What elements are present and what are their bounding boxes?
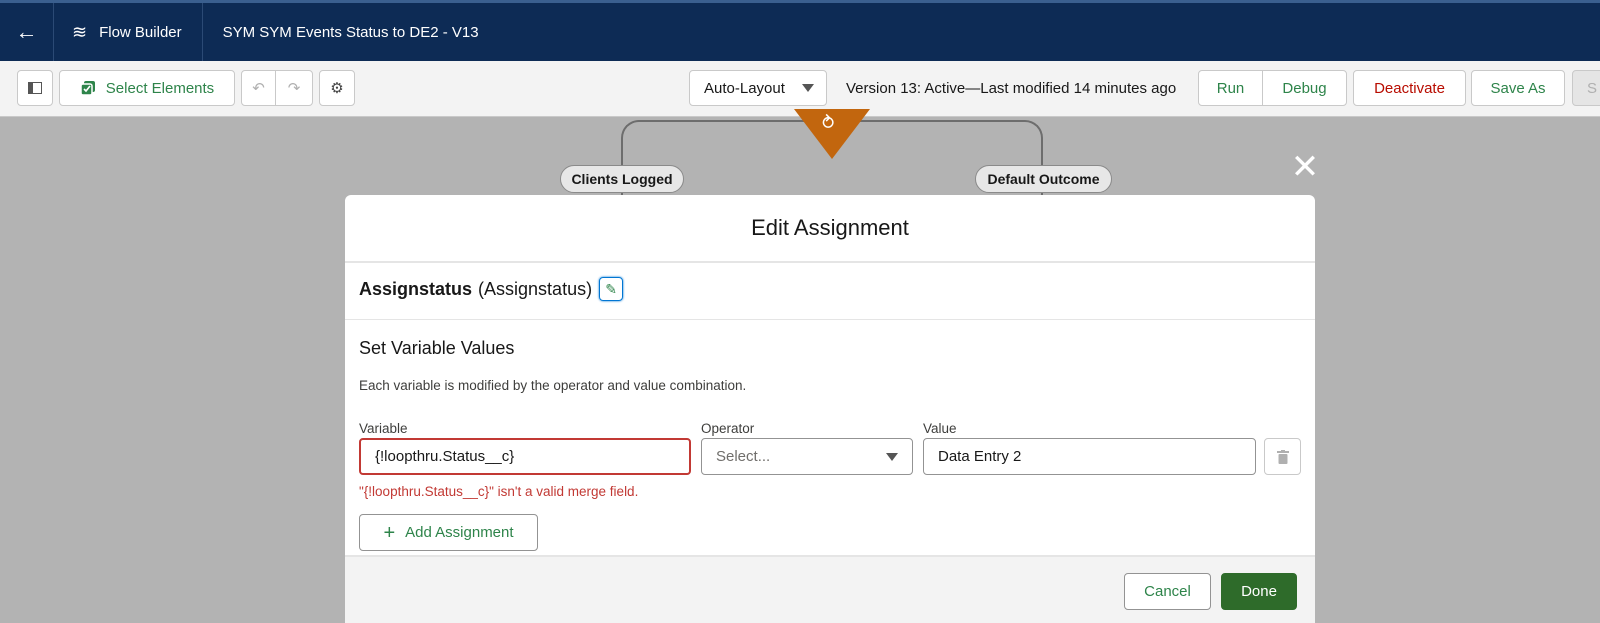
- select-elements-label: Select Elements: [105, 79, 215, 97]
- debug-label: Debug: [1282, 79, 1327, 97]
- operator-select[interactable]: Select...: [701, 438, 913, 475]
- save-button[interactable]: S: [1572, 70, 1600, 106]
- add-assignment-label: Add Assignment: [405, 524, 514, 541]
- delete-row-button[interactable]: [1264, 438, 1301, 475]
- operator-label: Operator: [701, 421, 755, 436]
- variable-input[interactable]: {!loopthru.Status__c}: [359, 438, 691, 475]
- modal-title: Edit Assignment: [345, 195, 1315, 263]
- flow-icon: ≋: [72, 21, 88, 42]
- run-button[interactable]: Run: [1198, 70, 1263, 106]
- element-label: Assignstatus: [359, 278, 473, 299]
- arrow-left-icon: ←: [15, 19, 38, 44]
- back-button[interactable]: ←: [0, 3, 54, 61]
- version-status: Version 13: Active—Last modified 14 minu…: [846, 79, 1177, 97]
- variable-label: Variable: [359, 421, 408, 436]
- layout-dropdown[interactable]: Auto-Layout: [689, 70, 827, 106]
- save-as-button[interactable]: Save As: [1471, 70, 1565, 106]
- modal-footer: Cancel Done: [345, 555, 1315, 623]
- pencil-icon: ✎: [605, 280, 617, 297]
- deactivate-label: Deactivate: [1374, 79, 1445, 97]
- trash-icon: [1276, 449, 1289, 464]
- outcome-clients-logged[interactable]: Clients Logged: [560, 165, 684, 193]
- undo-button[interactable]: ↶: [241, 70, 276, 106]
- edit-name-button[interactable]: ✎: [599, 277, 624, 301]
- element-name-row: Assignstatus (Assignstatus) ✎: [359, 277, 624, 301]
- value-input-value: Data Entry 2: [938, 448, 1022, 465]
- section-description: Each variable is modified by the operato…: [359, 378, 747, 393]
- section-title: Set Variable Values: [359, 338, 515, 358]
- save-label: S: [1587, 79, 1598, 97]
- debug-button[interactable]: Debug: [1262, 70, 1347, 106]
- select-elements-icon: [80, 81, 95, 96]
- variable-input-value: {!loopthru.Status__c}: [375, 448, 515, 465]
- add-assignment-button[interactable]: + Add Assignment: [359, 514, 538, 551]
- plus-icon: +: [383, 521, 396, 544]
- done-button[interactable]: Done: [1221, 573, 1297, 610]
- edit-assignment-modal: Edit Assignment Assignstatus (Assignstat…: [345, 195, 1315, 623]
- operator-placeholder: Select...: [716, 448, 771, 465]
- modal-body: Assignstatus (Assignstatus) ✎ Set Variab…: [345, 263, 1315, 555]
- variable-error-message: "{!loopthru.Status__c}" isn't a valid me…: [359, 484, 639, 499]
- chevron-down-icon: [802, 84, 814, 92]
- undo-icon: ↶: [252, 80, 265, 97]
- element-api-name: (Assignstatus): [478, 278, 593, 299]
- divider: [345, 319, 1315, 320]
- outcome-default[interactable]: Default Outcome: [975, 165, 1112, 193]
- run-label: Run: [1216, 79, 1245, 97]
- close-icon[interactable]: ✕: [1290, 150, 1320, 184]
- settings-button[interactable]: ⚙: [319, 70, 355, 106]
- value-label: Value: [923, 421, 957, 436]
- cancel-button[interactable]: Cancel: [1124, 573, 1211, 610]
- toggle-panel-button[interactable]: [17, 70, 53, 106]
- panel-toggle-icon: [28, 82, 42, 94]
- value-input[interactable]: Data Entry 2: [923, 438, 1256, 475]
- select-elements-button[interactable]: Select Elements: [59, 70, 235, 106]
- decision-icon: ⥁: [822, 113, 835, 133]
- app-name-area: ≋ Flow Builder: [54, 3, 203, 61]
- redo-icon: ↷: [287, 80, 301, 97]
- redo-button[interactable]: ↷: [275, 70, 313, 106]
- gear-icon: ⚙: [330, 80, 344, 97]
- deactivate-button[interactable]: Deactivate: [1353, 70, 1466, 106]
- app-header: ← ≋ Flow Builder SYM SYM Events Status t…: [0, 0, 1600, 61]
- flow-title: SYM SYM Events Status to DE2 - V13: [222, 23, 479, 41]
- layout-label: Auto-Layout: [704, 79, 785, 97]
- save-as-label: Save As: [1490, 79, 1546, 97]
- app-name: Flow Builder: [99, 23, 182, 41]
- chevron-down-icon: [886, 452, 898, 461]
